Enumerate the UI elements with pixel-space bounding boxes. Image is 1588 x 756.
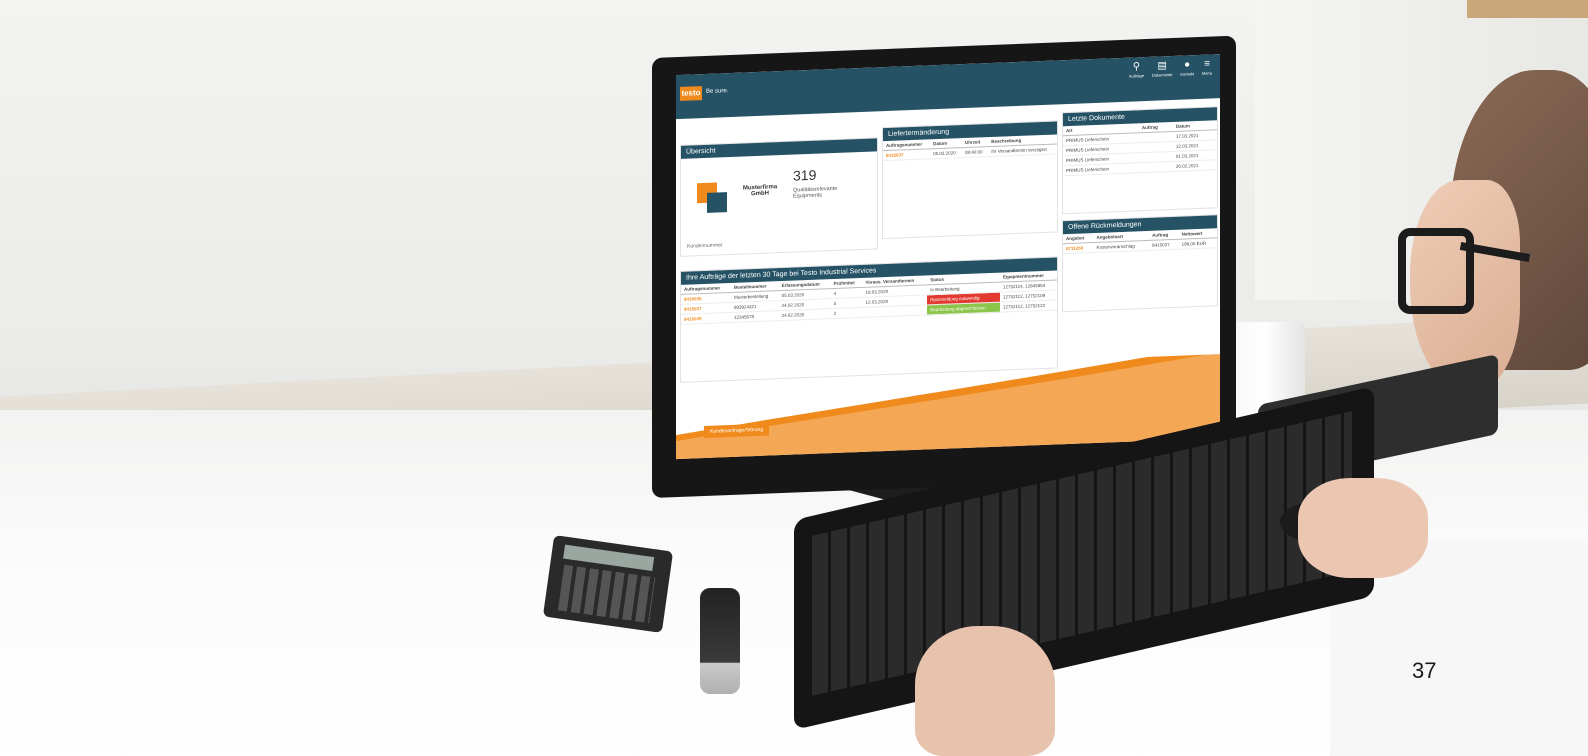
table-cell (1138, 161, 1173, 173)
nav-contact-label: Kontakt (1180, 71, 1194, 77)
table-cell: 08:40:00 (962, 146, 989, 158)
stapler (700, 588, 740, 694)
top-nav: ⚲ Aufträge ▤ Dokumente ● Kontakt ≡ Menü (1128, 58, 1212, 79)
delivery-card: Liefertermänderung Auftragsnummer Datum … (882, 120, 1058, 240)
offer-link[interactable]: 8711260 (1063, 242, 1094, 254)
calculator-keys (557, 564, 656, 624)
page-number: 37 (1412, 658, 1437, 683)
customer-request-button[interactable]: Kundenanfrage/Störung (704, 423, 770, 439)
documents-card: Letzte Dokumente Art Auftrag Datum PRIMU… (1062, 106, 1218, 215)
brand-tagline: Be sure. (706, 88, 729, 95)
glasses (1398, 228, 1474, 314)
table-cell: 05.03.2020 (930, 147, 963, 159)
equipment-count-label: Qualitätsrelevante Equipments (793, 185, 838, 200)
testo-logo[interactable]: testo (680, 86, 702, 101)
right-hand (1298, 478, 1428, 578)
table-cell: 2 (830, 307, 863, 319)
map-pin-icon: ⚲ (1132, 61, 1141, 73)
table-cell: 24.02.2020 (778, 308, 831, 321)
wooden-shelf-edge (1467, 0, 1588, 18)
user-icon: ● (1184, 59, 1191, 71)
nav-documents-label: Dokumente (1151, 72, 1173, 78)
documents-table: Art Auftrag Datum PRIMUS Lieferschein 17.… (1063, 120, 1217, 176)
documents-icon: ▤ (1157, 60, 1167, 72)
company-name: Musterfirma GmbH (742, 184, 778, 198)
nav-contact[interactable]: ● Kontakt (1180, 59, 1194, 77)
nav-orders-label: Aufträge (1128, 73, 1144, 79)
overview-card: Übersicht Musterfirma GmbH 319 Qualitäts… (680, 137, 878, 257)
status-badge: Bearbeitung abgeschlossen (927, 302, 1000, 315)
table-cell (862, 304, 928, 318)
table-cell: 8415037 (1149, 239, 1179, 251)
nav-orders[interactable]: ⚲ Aufträge (1128, 61, 1144, 79)
equipment-count: 319 (793, 166, 817, 184)
order-link[interactable]: 8415037 (883, 148, 931, 161)
overview-title: Übersicht (681, 138, 877, 159)
nav-menu-label: Menü (1201, 70, 1212, 76)
feedback-card: Offene Rückmeldungen Angebot Angebotsart… (1062, 214, 1218, 313)
table-cell: 12345678 (730, 310, 779, 323)
menu-icon: ≡ (1204, 58, 1210, 70)
table-cell: PRIMUS Lieferschein (1063, 162, 1139, 176)
company-logo-blue (707, 192, 727, 213)
table-cell: 198,00 EUR (1178, 237, 1217, 250)
left-hand (915, 626, 1055, 756)
calculator (542, 535, 674, 633)
office-scene: testo Be sure. ⚲ Aufträge ▤ Dokumente ● Kon… (0, 0, 1588, 756)
monitor: testo Be sure. ⚲ Aufträge ▤ Dokumente ● Kon… (652, 35, 1236, 499)
table-cell: 12752112, 12752122 (999, 299, 1057, 313)
table-cell: Kostenvoranschlag (1093, 240, 1150, 253)
nav-menu[interactable]: ≡ Menü (1201, 58, 1212, 76)
table-cell: 26.02.2021 (1172, 159, 1217, 172)
table-cell: Ihr Versandtermin verzögert (988, 143, 1057, 157)
nav-documents[interactable]: ▤ Dokumente (1152, 60, 1172, 78)
customer-number-label: Kundennummer (687, 242, 723, 250)
screen: testo Be sure. ⚲ Aufträge ▤ Dokumente ● Kon… (676, 54, 1220, 460)
order-link[interactable]: 8415039 (681, 312, 731, 325)
